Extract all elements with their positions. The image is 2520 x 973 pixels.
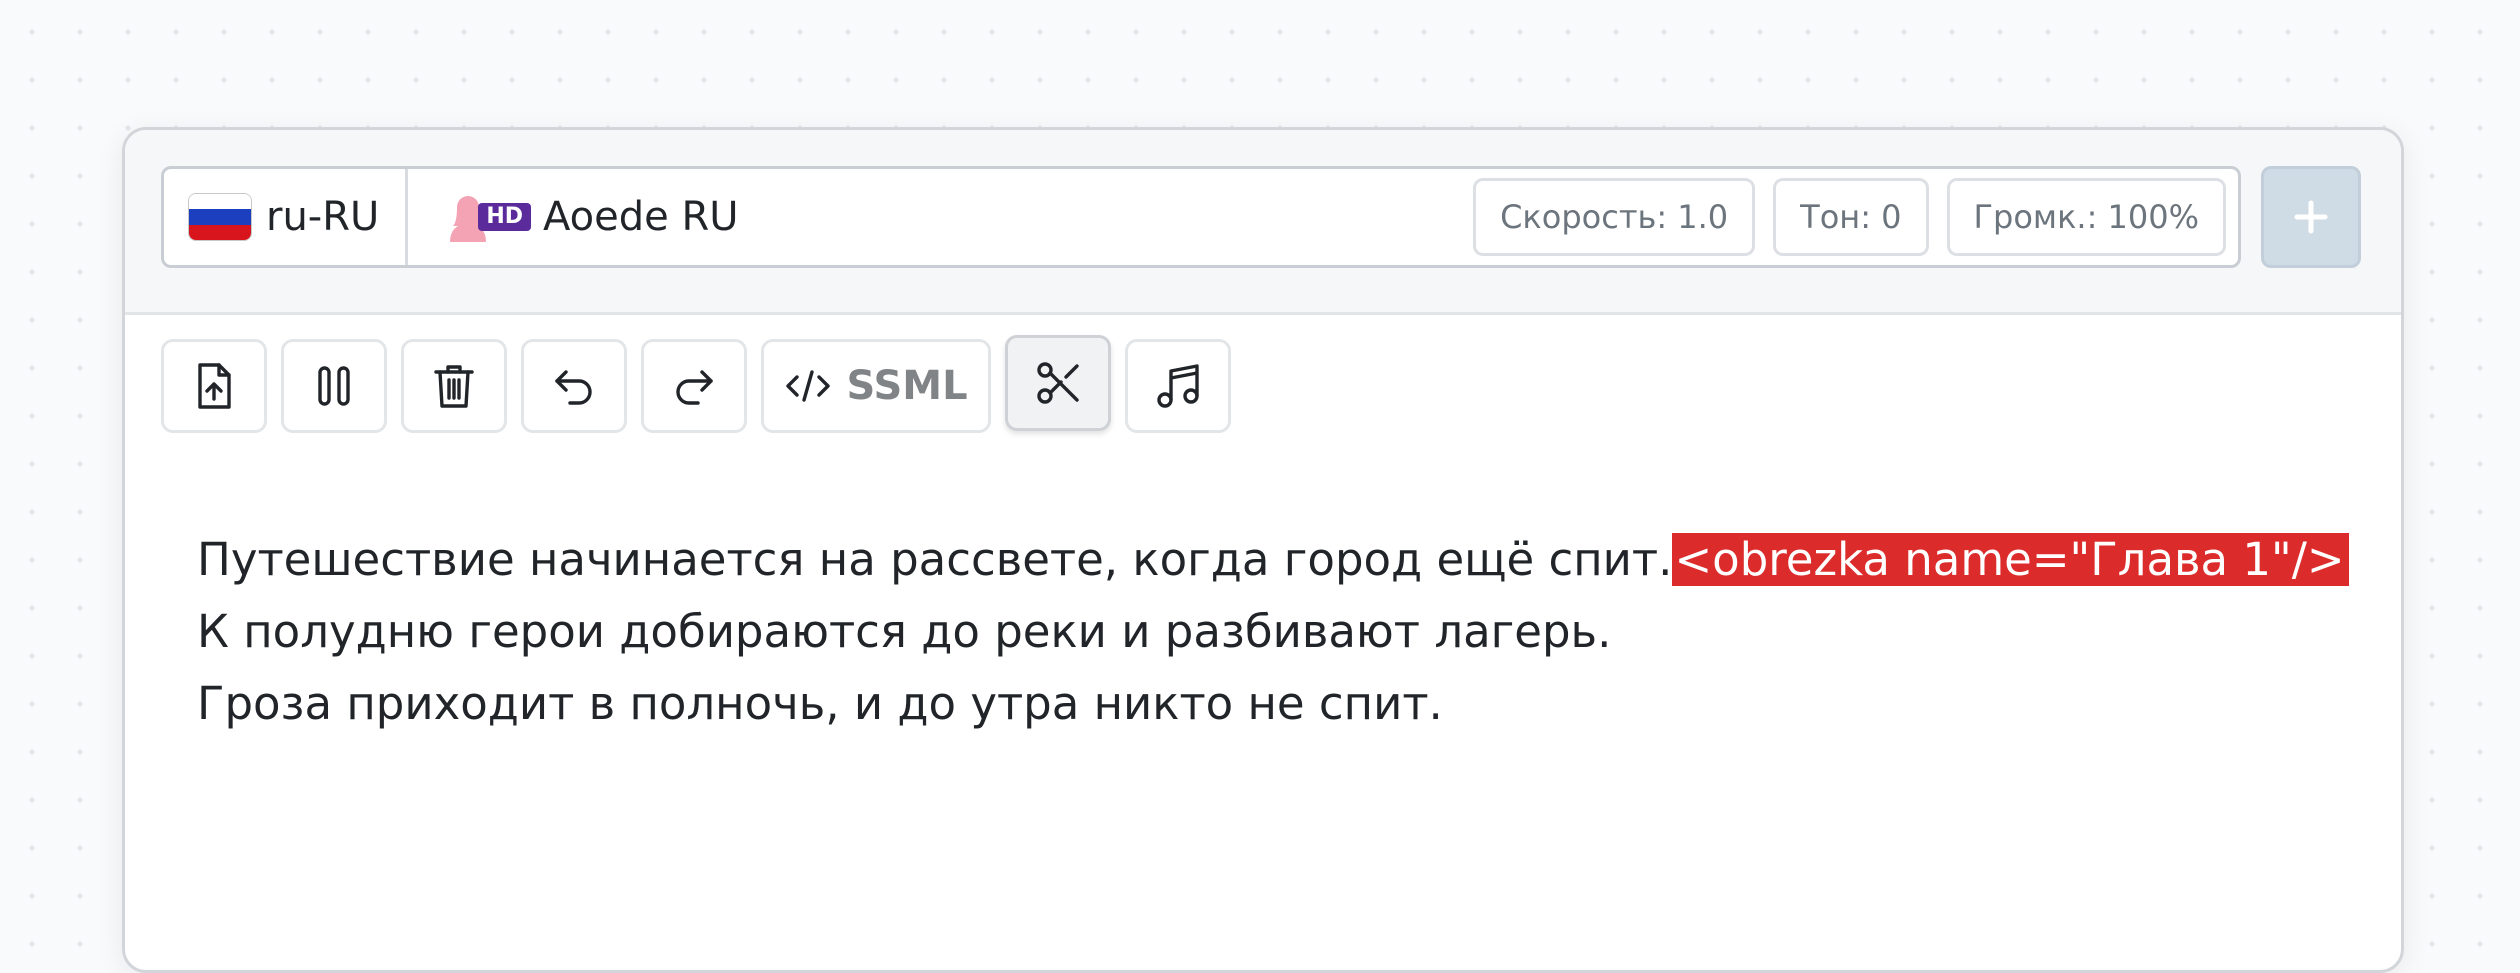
cut-button[interactable] xyxy=(1005,335,1111,431)
undo-button[interactable] xyxy=(521,339,627,433)
voice-name: Aoede RU xyxy=(543,194,739,240)
redo-icon xyxy=(676,370,713,405)
pause-icon xyxy=(318,366,350,406)
voice-selector-bar[interactable]: ru-RU HD Aoede RU Скорость: 1.0 Тон: 0 Г… xyxy=(161,166,2241,268)
line-text: Гроза приходит в полночь, и до утра никт… xyxy=(197,677,1443,730)
ssml-label: SSML xyxy=(846,363,968,409)
delete-button[interactable] xyxy=(401,339,507,433)
speed-control[interactable]: Скорость: 1.0 xyxy=(1473,178,1756,256)
text-editor[interactable]: Путешествие начинается на рассвете, когд… xyxy=(197,524,2349,740)
add-voice-button[interactable] xyxy=(2261,166,2361,268)
pitch-control[interactable]: Тон: 0 xyxy=(1773,178,1929,256)
pause-button[interactable] xyxy=(281,339,387,433)
editor-line: К полудню герои добираются до реки и раз… xyxy=(197,596,2347,668)
music-note-icon xyxy=(1157,364,1199,408)
plus-icon xyxy=(2294,200,2328,234)
voice-selector[interactable]: HD Aoede RU xyxy=(408,192,1473,242)
voice-params: Скорость: 1.0 Тон: 0 Громк.: 100% xyxy=(1473,178,2238,256)
editor-toolbar: SSML xyxy=(161,335,1231,433)
music-button[interactable] xyxy=(1125,339,1231,433)
tts-editor-card: ru-RU HD Aoede RU Скорость: 1.0 Тон: 0 Г… xyxy=(122,127,2404,973)
editor-line: Путешествие начинается на рассвете, когд… xyxy=(197,524,2349,596)
volume-control[interactable]: Громк.: 100% xyxy=(1946,178,2226,256)
hd-badge: HD xyxy=(478,203,531,231)
line-text: Путешествие начинается на рассвете, когд… xyxy=(197,533,1673,586)
editor-line: Гроза приходит в полночь, и до утра никт… xyxy=(197,668,2347,740)
locale-label: ru-RU xyxy=(266,194,380,240)
russia-flag-icon xyxy=(188,193,252,241)
voice-icon-group: HD xyxy=(448,192,531,242)
upload-file-icon xyxy=(198,363,231,409)
undo-icon xyxy=(555,370,592,405)
code-icon xyxy=(786,370,831,402)
upload-file-button[interactable] xyxy=(161,339,267,433)
trash-icon xyxy=(434,365,474,408)
locale-selector[interactable]: ru-RU xyxy=(164,169,409,265)
ssml-button[interactable]: SSML xyxy=(761,339,991,433)
scissors-icon xyxy=(1037,362,1079,404)
ssml-break-tag[interactable]: <obrezka name="Глава 1"/> xyxy=(1672,533,2349,586)
voice-settings-area: ru-RU HD Aoede RU Скорость: 1.0 Тон: 0 Г… xyxy=(125,130,2401,315)
redo-button[interactable] xyxy=(641,339,747,433)
line-text: К полудню герои добираются до реки и раз… xyxy=(197,605,1612,658)
